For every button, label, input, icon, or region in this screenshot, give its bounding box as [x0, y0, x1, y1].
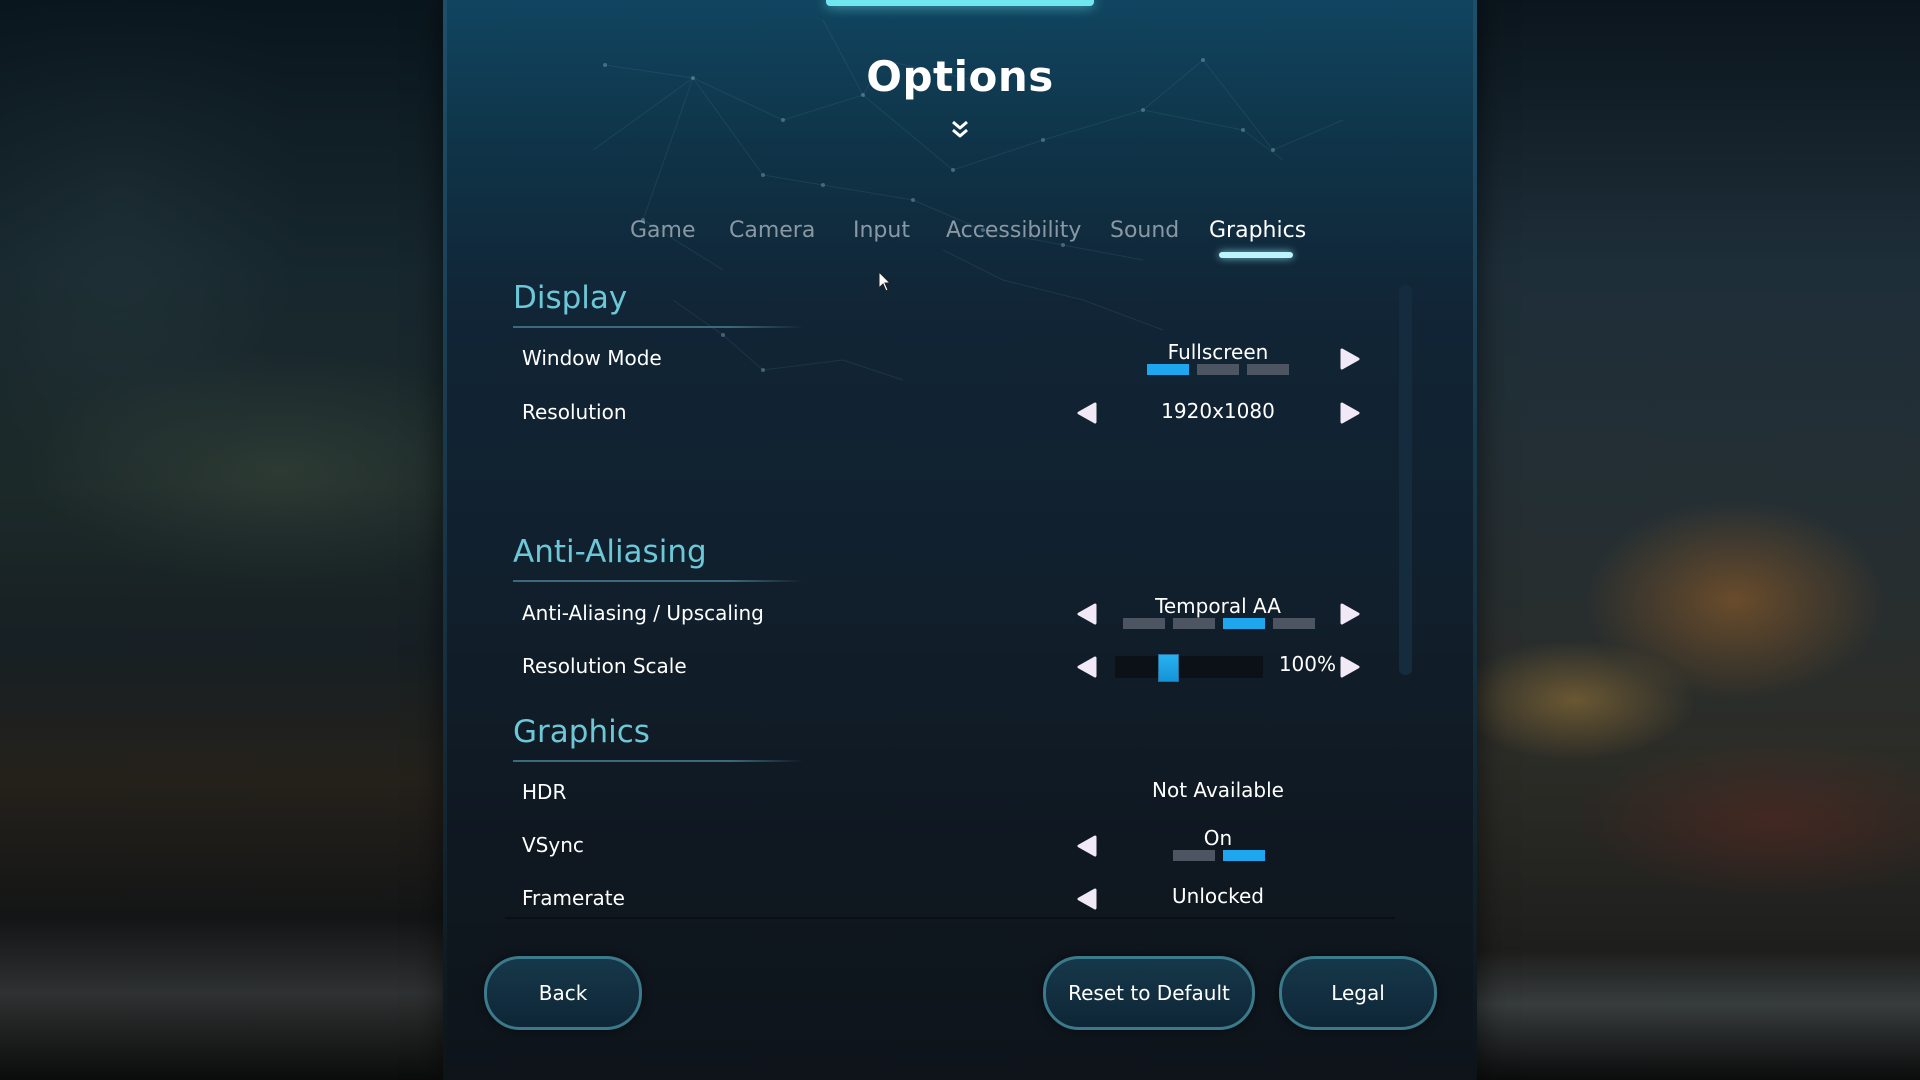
- resolution-scale-value: 100%: [1278, 652, 1336, 676]
- resolution-next-button[interactable]: [1337, 401, 1361, 425]
- hdr-label: HDR: [522, 780, 567, 804]
- double-chevron-down-icon[interactable]: [948, 118, 972, 142]
- option-pip-selected: [1147, 364, 1189, 375]
- background-scene-left: [0, 0, 445, 1080]
- section-title-display: Display: [513, 280, 628, 316]
- page-title: Options: [866, 52, 1054, 101]
- arrow-right-icon: [1340, 603, 1360, 625]
- tab-game[interactable]: Game: [630, 218, 696, 243]
- list-bottom-divider: [505, 917, 1395, 919]
- vsync-options: [1173, 850, 1265, 861]
- options-tabs: Game Camera Input Accessibility Sound Gr…: [0, 218, 1920, 268]
- vsync-value: On: [1203, 826, 1233, 850]
- hdr-value: Not Available: [1152, 778, 1284, 802]
- section-divider: [513, 760, 803, 762]
- option-pip-selected: [1223, 850, 1265, 861]
- tab-input[interactable]: Input: [853, 218, 910, 243]
- resolution-scale-slider-thumb[interactable]: [1157, 654, 1179, 682]
- panel-border-left: [443, 0, 447, 1080]
- arrow-right-icon: [1340, 656, 1360, 678]
- top-accent-bar: [826, 0, 1094, 6]
- section-title-anti-aliasing: Anti-Aliasing: [513, 534, 707, 570]
- background-scene-right: [1475, 0, 1920, 1080]
- tab-camera[interactable]: Camera: [729, 218, 815, 243]
- section-title-graphics: Graphics: [513, 714, 650, 750]
- resolution-scale-slider[interactable]: [1115, 656, 1263, 678]
- panel-border-right: [1473, 0, 1477, 1080]
- window-mode-next-button[interactable]: [1337, 347, 1361, 371]
- legal-button[interactable]: Legal: [1279, 956, 1437, 1030]
- active-tab-indicator: [1219, 252, 1293, 258]
- arrow-right-icon: [1340, 402, 1360, 424]
- resolution-label: Resolution: [522, 400, 627, 424]
- option-pip: [1173, 618, 1215, 629]
- window-mode-value: Fullscreen: [1167, 340, 1269, 364]
- window-mode-options: [1147, 364, 1289, 375]
- option-pip: [1247, 364, 1289, 375]
- mouse-cursor-icon: [878, 271, 892, 292]
- vsync-label: VSync: [522, 833, 584, 857]
- back-button[interactable]: Back: [484, 956, 642, 1030]
- aa-upscaling-value: Temporal AA: [1155, 594, 1281, 618]
- option-pip-selected: [1223, 618, 1265, 629]
- option-pip: [1123, 618, 1165, 629]
- window-mode-label: Window Mode: [522, 346, 662, 370]
- settings-scrollbar[interactable]: [1399, 285, 1412, 675]
- tab-sound[interactable]: Sound: [1110, 218, 1179, 243]
- aa-upscaling-label: Anti-Aliasing / Upscaling: [522, 601, 764, 625]
- aa-upscaling-next-button[interactable]: [1337, 602, 1361, 626]
- reset-to-default-button[interactable]: Reset to Default: [1043, 956, 1255, 1030]
- resolution-scale-decrease-button[interactable]: [1076, 655, 1100, 679]
- arrow-left-icon: [1077, 656, 1097, 678]
- resolution-scale-label: Resolution Scale: [522, 654, 687, 678]
- option-pip: [1197, 364, 1239, 375]
- section-divider: [513, 326, 803, 328]
- aa-upscaling-options: [1123, 618, 1315, 629]
- tab-accessibility[interactable]: Accessibility: [946, 218, 1081, 243]
- resolution-scale-increase-button[interactable]: [1337, 655, 1361, 679]
- framerate-label: Framerate: [522, 886, 625, 910]
- arrow-right-icon: [1340, 348, 1360, 370]
- section-divider: [513, 580, 803, 582]
- option-pip: [1273, 618, 1315, 629]
- tab-graphics[interactable]: Graphics: [1209, 218, 1306, 243]
- framerate-value: Unlocked: [1172, 884, 1264, 908]
- resolution-value: 1920x1080: [1161, 399, 1275, 423]
- option-pip: [1173, 850, 1215, 861]
